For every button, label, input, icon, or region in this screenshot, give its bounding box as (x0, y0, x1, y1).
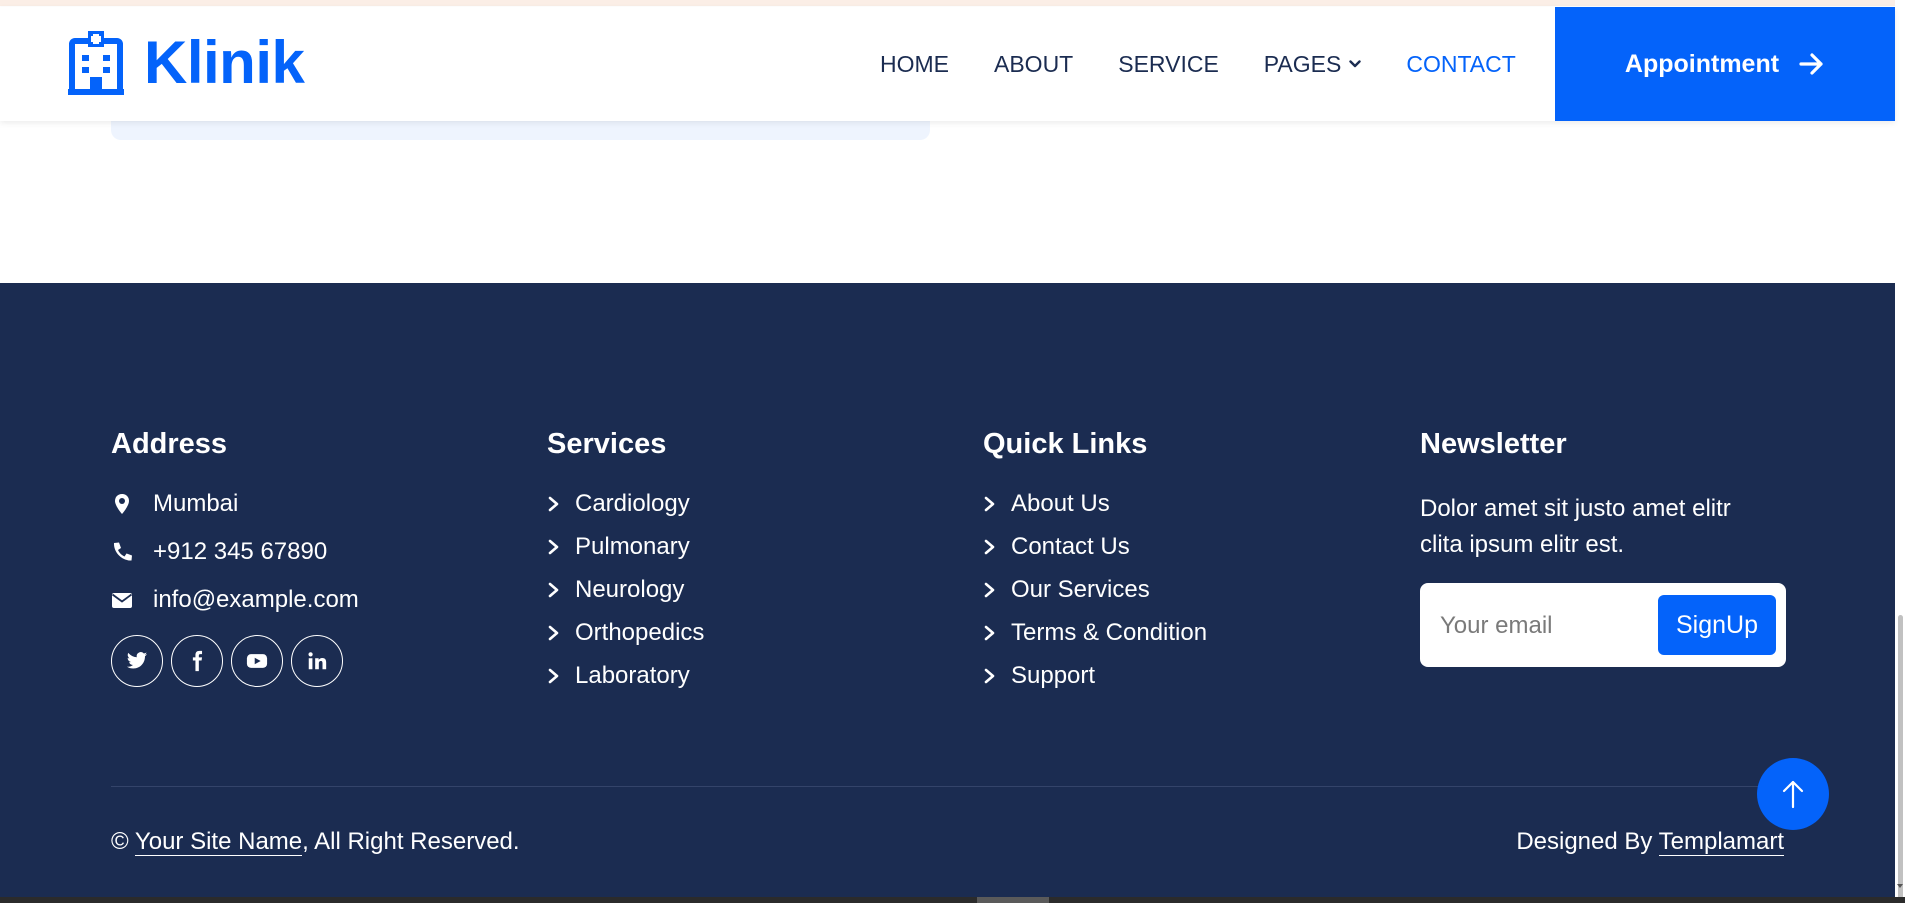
nav-pages[interactable]: PAGES (1264, 51, 1362, 78)
service-link-neurology[interactable]: Neurology (547, 576, 704, 603)
address-location: Mumbai (111, 490, 359, 517)
address-phone: +912 345 67890 (111, 538, 359, 565)
horizontal-scrollbar[interactable] (0, 897, 1905, 903)
quick-link-contact-us[interactable]: Contact Us (983, 533, 1207, 560)
nav-home[interactable]: HOME (880, 51, 949, 78)
designed-by: Designed By Templamart (1516, 828, 1784, 856)
phone-text: +912 345 67890 (153, 538, 328, 565)
services-title: Services (547, 428, 667, 460)
brand-name: Klinik (144, 29, 305, 96)
newsletter-title: Newsletter (1420, 428, 1567, 460)
footer-quick-links-column: Quick Links About Us Contact Us Our Serv… (983, 428, 1207, 706)
youtube-icon (246, 654, 268, 668)
site-name-link[interactable]: Your Site Name (134, 828, 303, 856)
arrow-right-icon (1799, 53, 1823, 75)
scroll-down-arrow-icon[interactable] (1896, 882, 1904, 890)
newsletter-email-input[interactable] (1438, 599, 1622, 653)
quick-link-terms[interactable]: Terms & Condition (983, 619, 1208, 646)
horizontal-scrollbar-thumb[interactable] (977, 897, 1049, 903)
footer-divider (111, 786, 1784, 787)
service-link-pulmonary[interactable]: Pulmonary (547, 533, 704, 560)
social-links (111, 635, 359, 687)
nav-pages-label: PAGES (1263, 50, 1342, 77)
chevron-right-icon (548, 625, 559, 641)
twitter-button[interactable] (111, 635, 163, 687)
facebook-button[interactable] (171, 635, 223, 687)
chevron-right-icon (984, 625, 995, 641)
brand-logo[interactable]: Klinik (68, 29, 305, 96)
location-text: Mumbai (153, 490, 239, 517)
newsletter-form: SignUp (1420, 583, 1786, 667)
nav-contact[interactable]: CONTACT (1406, 51, 1515, 78)
facebook-icon (192, 650, 203, 672)
chevron-right-icon (984, 582, 995, 598)
chevron-down-icon (1349, 60, 1362, 68)
quick-link-support[interactable]: Support (983, 662, 1207, 689)
chevron-right-icon (984, 496, 995, 512)
linkedin-button[interactable] (291, 635, 343, 687)
address-email: info@example.com (111, 586, 359, 613)
youtube-button[interactable] (231, 635, 283, 687)
envelope-icon (111, 593, 133, 608)
designed-by-prefix: Designed By (1516, 828, 1653, 855)
arrow-up-icon (1782, 780, 1804, 809)
top-accent-line (0, 0, 1897, 6)
twitter-icon (126, 652, 148, 669)
service-link-label: Cardiology (575, 490, 690, 517)
main-nav: HOME ABOUT SERVICE PAGES CONTACT (880, 7, 1561, 121)
footer-address-column: Address Mumbai +912 345 67890 info@examp… (111, 428, 359, 687)
quick-link-label: Contact Us (1011, 533, 1130, 560)
quick-link-label: Terms & Condition (1011, 619, 1208, 646)
nav-service[interactable]: SERVICE (1118, 51, 1219, 78)
service-link-label: Pulmonary (575, 533, 690, 560)
address-title: Address (111, 428, 228, 460)
footer: Address Mumbai +912 345 67890 info@examp… (0, 283, 1895, 900)
chevron-right-icon (548, 582, 559, 598)
quick-link-about-us[interactable]: About Us (983, 490, 1207, 517)
copyright-symbol: © (111, 828, 129, 855)
service-link-orthopedics[interactable]: Orthopedics (547, 619, 705, 646)
quick-link-label: About Us (1011, 490, 1110, 517)
service-link-laboratory[interactable]: Laboratory (547, 662, 704, 689)
chevron-right-icon (548, 668, 559, 684)
chevron-right-icon (548, 496, 559, 512)
map-marker-icon (115, 494, 129, 514)
navbar: Klinik HOME ABOUT SERVICE PAGES CONTACT … (0, 7, 1895, 121)
designer-link[interactable]: Templamart (1658, 828, 1784, 856)
quick-links-title: Quick Links (983, 428, 1148, 460)
chevron-right-icon (548, 539, 559, 555)
linkedin-icon (308, 652, 327, 670)
appointment-label: Appointment (1624, 49, 1780, 78)
newsletter-text: Dolor amet sit justo amet elitr clita ip… (1420, 495, 1731, 558)
quick-link-label: Our Services (1011, 576, 1150, 603)
quick-link-label: Support (1011, 662, 1096, 689)
copyright-suffix: , All Right Reserved. (302, 828, 520, 855)
back-to-top-button[interactable] (1757, 758, 1829, 830)
hospital-icon (68, 31, 124, 95)
footer-newsletter-column: Newsletter Dolor amet sit justo amet eli… (1420, 428, 1786, 667)
phone-icon (113, 542, 132, 561)
chevron-right-icon (984, 539, 995, 555)
signup-button[interactable]: SignUp (1658, 595, 1776, 655)
service-link-label: Neurology (575, 576, 685, 603)
appointment-button[interactable]: Appointment (1555, 7, 1895, 121)
service-link-label: Laboratory (575, 662, 690, 689)
service-link-label: Orthopedics (575, 619, 705, 646)
service-link-cardiology[interactable]: Cardiology (547, 490, 704, 517)
quick-link-our-services[interactable]: Our Services (983, 576, 1207, 603)
footer-services-column: Services Cardiology Pulmonary Neurology … (547, 428, 704, 706)
scrollbar-thumb[interactable] (1898, 615, 1903, 900)
email-text: info@example.com (153, 586, 359, 613)
copyright: © Your Site Name, All Right Reserved. (111, 828, 520, 856)
nav-about[interactable]: ABOUT (994, 51, 1073, 78)
chevron-right-icon (984, 668, 995, 684)
